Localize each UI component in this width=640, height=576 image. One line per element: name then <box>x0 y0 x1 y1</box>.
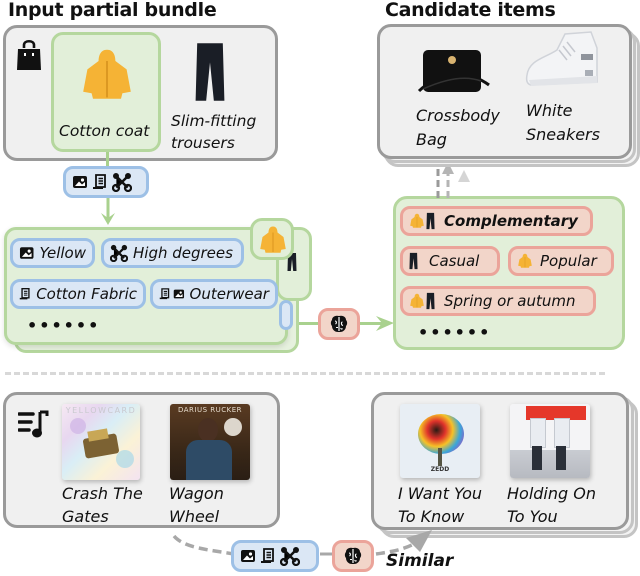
trousers-thumb <box>426 212 435 230</box>
album-text: DARIUS RUCKER <box>177 406 243 414</box>
candidate-item-crossbody-bag-label: Crossbody Bag <box>416 104 500 152</box>
label-line: I Want You <box>398 484 482 503</box>
album-art-wagon-wheel: DARIUS RUCKER <box>170 404 250 480</box>
item-label: Cotton coat <box>59 122 150 140</box>
playlist-icon <box>18 410 49 438</box>
label-line: Slim-fitting <box>171 112 257 130</box>
candidate-song-holding-on-to-you-label: Holding On To You <box>507 482 596 528</box>
black-crossbody-bag-image <box>417 50 490 93</box>
input-item-trousers-label: Slim-fitting trousers <box>171 110 256 154</box>
album-art-i-want-you-to-know: ZEDD <box>400 404 480 478</box>
llm-reasoning-chip <box>332 540 374 572</box>
graph-network-icon <box>110 244 128 262</box>
white-sneakers-image <box>525 31 598 86</box>
image-icon <box>72 174 88 190</box>
coat-thumb <box>409 212 425 230</box>
trousers-thumb <box>426 292 435 310</box>
label-line: To You <box>507 507 558 526</box>
relation-chip-popular: Popular <box>508 246 614 276</box>
label-line: White <box>526 101 573 120</box>
multimodal-encoder-chip <box>231 540 319 572</box>
label-line: Crash The <box>62 484 143 503</box>
label-line: Wheel <box>169 507 220 526</box>
attribute-label: High degrees <box>133 244 233 262</box>
attribute-chip-yellow: Yellow <box>10 238 95 268</box>
text-document-icon <box>19 286 31 302</box>
label-line: Crossbody <box>416 106 500 125</box>
label-line: Wagon <box>169 484 224 503</box>
label-line: Bag <box>416 130 447 149</box>
brain-icon <box>343 546 363 566</box>
attribute-label: Yellow <box>39 244 86 262</box>
relation-label: Casual <box>429 252 480 270</box>
relation-label: Complementary <box>444 212 578 230</box>
attribute-label: Outerwear <box>189 285 269 303</box>
black-trousers-image <box>194 40 226 104</box>
graph-network-icon <box>112 172 132 192</box>
shopping-bag-icon <box>17 39 41 70</box>
relation-chip-spring-or-autumn: Spring or autumn <box>400 286 596 316</box>
relation-label: Spring or autumn <box>444 292 576 310</box>
image-icon <box>173 286 185 302</box>
attribute-chip-back <box>279 300 293 330</box>
coat-attribute-card <box>250 218 294 260</box>
yellow-coat-image <box>74 47 140 103</box>
text-document-icon <box>92 174 108 190</box>
attribute-chip-high-degrees: High degrees <box>101 238 244 268</box>
album-art-holding-on-to-you <box>510 404 590 478</box>
coat-thumb <box>517 252 533 270</box>
coat-thumb <box>409 292 425 310</box>
label-line: Sneakers <box>526 125 600 144</box>
trousers-thumb <box>409 252 418 270</box>
input-item-cotton-coat[interactable]: Cotton coat <box>51 32 161 152</box>
candidate-item-white-sneakers-label: White Sneakers <box>526 99 600 147</box>
attribute-label: Cotton Fabric <box>36 285 137 303</box>
more-attributes-ellipsis: •••••• <box>27 316 101 335</box>
relation-label: Popular <box>540 252 597 270</box>
relation-label-similar: Similar <box>386 551 454 571</box>
candidate-items-title: Candidate items <box>385 0 556 21</box>
label-line: To Know <box>398 507 465 526</box>
album-text: ZEDD <box>430 466 450 473</box>
image-icon <box>240 548 256 564</box>
input-partial-bundle-title: Input partial bundle <box>8 0 217 21</box>
candidate-song-i-want-you-to-know-label: I Want You To Know <box>398 482 482 528</box>
relation-chip-complementary: Complementary <box>400 206 593 236</box>
attribute-chip-outerwear: Outerwear <box>150 279 278 309</box>
arrow-down <box>101 198 115 225</box>
coat-thumb <box>258 225 288 255</box>
text-document-icon <box>260 548 276 564</box>
label-line: trousers <box>171 134 235 152</box>
label-line: Holding On <box>507 484 596 503</box>
input-song-crash-the-gates-label: Crash The Gates <box>62 482 143 528</box>
llm-reasoning-chip <box>318 308 360 340</box>
input-song-wagon-wheel-label: Wagon Wheel <box>169 482 224 528</box>
album-text: YELLOWCARD <box>65 406 137 415</box>
album-art-crash-the-gates: YELLOWCARD <box>62 404 140 480</box>
more-relations-ellipsis: •••••• <box>418 323 492 342</box>
graph-network-icon <box>280 546 300 566</box>
image-icon <box>19 245 34 261</box>
multimodal-encoder-chip <box>63 166 149 198</box>
section-divider <box>5 372 605 375</box>
brain-icon <box>329 314 349 334</box>
text-document-icon <box>159 286 171 302</box>
label-line: Gates <box>62 507 109 526</box>
relation-chip-casual: Casual <box>400 246 500 276</box>
attribute-chip-cotton-fabric: Cotton Fabric <box>10 279 146 309</box>
